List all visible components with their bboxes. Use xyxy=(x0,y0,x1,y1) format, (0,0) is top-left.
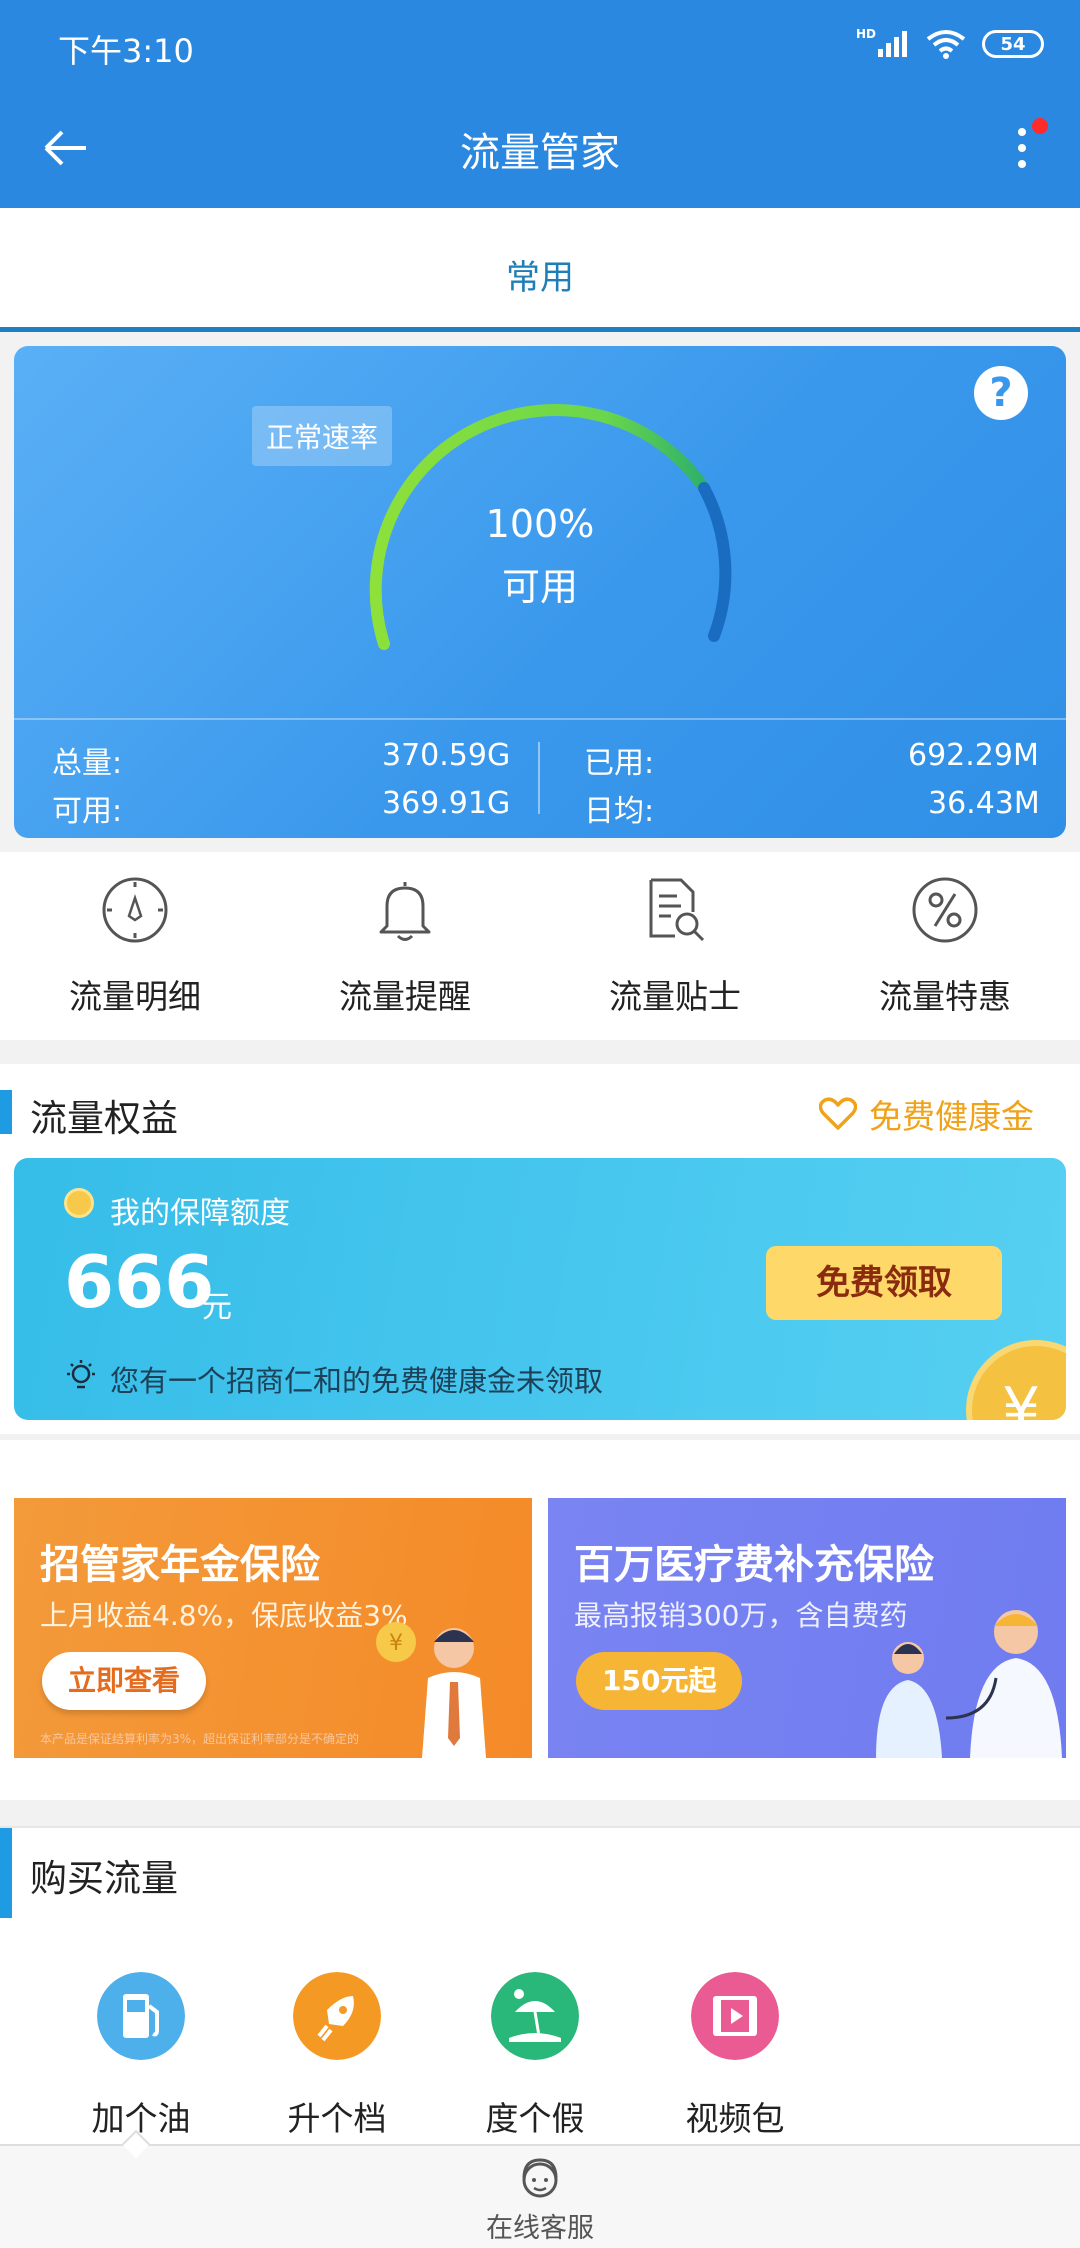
percent-icon xyxy=(912,877,978,943)
tool-label: 流量特惠 xyxy=(879,977,1011,1016)
buy-item-label: 加个油 xyxy=(91,2099,191,2138)
benefits-title: 流量权益 xyxy=(30,1097,178,1140)
promo-title: 百万医疗费补充保险 xyxy=(574,1542,934,1588)
wifi-icon xyxy=(926,30,966,59)
film-icon xyxy=(691,1972,779,2060)
signal-icon xyxy=(878,31,907,57)
insurance-coverage-card[interactable]: 我的保障额度 666 元 免费领取 您有一个招商仁和的免费健康金未领取 ¥ xyxy=(14,1158,1066,1420)
gauge-status: 可用 xyxy=(501,565,578,609)
coverage-title: 我的保障额度 xyxy=(110,1196,290,1231)
daily-value: 36.43M xyxy=(928,786,1040,821)
tab-common[interactable]: 常用 xyxy=(0,250,1080,299)
benefits-section: 流量权益 免费健康金 我的保障额度 666 元 免费领取 您有一个招商仁和的免费… xyxy=(0,1064,1080,1434)
tool-label: 流量提醒 xyxy=(339,977,471,1016)
claim-free-button[interactable]: 免费领取 xyxy=(766,1246,1002,1320)
businessman-illustration: ¥ xyxy=(376,1622,486,1758)
bell-icon xyxy=(379,882,431,941)
coverage-amount: 666 xyxy=(64,1240,215,1324)
promo-subtitle: 最高报销300万，含自费药 xyxy=(574,1599,908,1632)
coin-icon xyxy=(64,1188,94,1218)
stats-separator xyxy=(14,718,1066,720)
buy-item-label: 升个档 xyxy=(287,2099,387,2138)
lightbulb-icon xyxy=(67,1360,95,1389)
annuity-insurance-banner[interactable]: 招管家年金保险 上月收益4.8%，保底收益3% 立即查看 本产品是保证结算利率为… xyxy=(14,1498,532,1758)
stats-divider xyxy=(538,742,540,814)
rocket-icon xyxy=(293,1972,381,2060)
quick-tools: 流量明细 流量提醒 流量贴士 流量特惠 xyxy=(0,852,1080,1040)
buy-item-label: 视频包 xyxy=(685,2099,785,2138)
promo-title: 招管家年金保险 xyxy=(40,1542,320,1588)
page-title: 流量管家 xyxy=(460,130,620,176)
tool-data-reminder[interactable]: 流量提醒 xyxy=(270,852,540,1040)
svg-text:¥: ¥ xyxy=(389,1631,403,1656)
tool-label: 流量明细 xyxy=(69,977,201,1016)
view-now-button[interactable]: 立即查看 xyxy=(42,1652,207,1710)
promo-subtitle: 上月收益4.8%，保底收益3% xyxy=(40,1599,408,1632)
coverage-unit: 元 xyxy=(202,1290,232,1325)
total-value: 370.59G xyxy=(382,738,511,773)
bottom-bar: 在线客服 xyxy=(0,2129,1080,2248)
doctor-illustration xyxy=(876,1610,1062,1758)
more-icon-dot xyxy=(1018,128,1026,136)
notification-badge xyxy=(1032,118,1048,134)
status-icons: HD 54 xyxy=(856,22,1044,66)
more-icon-dot xyxy=(1018,160,1026,168)
more-menu-button[interactable] xyxy=(992,112,1052,184)
daily-label: 日均: xyxy=(584,794,655,829)
buy-data-title: 购买流量 xyxy=(30,1857,178,1900)
network-type: HD xyxy=(855,27,876,41)
used-label: 已用: xyxy=(584,746,655,781)
unclaimed-notice: 您有一个招商仁和的免费健康金未领取 xyxy=(110,1364,604,1398)
free-health-fund-label: 免费健康金 xyxy=(869,1097,1034,1136)
tab-bar: 常用 xyxy=(0,208,1080,332)
price-from-button[interactable]: 150元起 xyxy=(576,1652,743,1710)
help-icon[interactable]: ? xyxy=(974,366,1028,420)
fuel-icon xyxy=(97,1972,185,2060)
tool-data-tips[interactable]: 流量贴士 xyxy=(540,852,810,1040)
yuan-coin-decoration: ¥ xyxy=(966,1340,1066,1420)
more-icon-dot xyxy=(1018,144,1026,152)
online-service-label[interactable]: 在线客服 xyxy=(0,2206,1080,2245)
tool-data-details[interactable]: 流量明细 xyxy=(0,852,270,1040)
beach-icon xyxy=(491,1972,579,2060)
battery-indicator: 54 xyxy=(982,30,1044,58)
compass-icon xyxy=(102,877,168,943)
buy-data-section: 购买流量 加个油 升个档 度个假 视频包 xyxy=(0,1826,1080,2146)
buy-item-label: 度个假 xyxy=(485,2099,585,2138)
free-health-fund-link[interactable]: 免费健康金 xyxy=(819,1090,1034,1138)
data-usage-card: ? 正常速率 100% 可用 总量: 370.59G 可用: 369.91G 已… xyxy=(14,346,1066,838)
heart-icon xyxy=(819,1097,857,1130)
total-label: 总量: xyxy=(52,746,123,781)
section-accent-bar xyxy=(0,1828,12,1918)
used-value: 692.29M xyxy=(908,738,1039,773)
tool-data-offers[interactable]: 流量特惠 xyxy=(810,852,1080,1040)
medical-insurance-banner[interactable]: 百万医疗费补充保险 最高报销300万，含自费药 150元起 xyxy=(548,1498,1066,1758)
promo-banners: 招管家年金保险 上月收益4.8%，保底收益3% 立即查看 本产品是保证结算利率为… xyxy=(0,1440,1080,1800)
section-accent-bar xyxy=(0,1090,12,1134)
customer-service-icon[interactable] xyxy=(516,2156,564,2202)
status-time: 下午3:10 xyxy=(58,32,194,70)
tab-indicator xyxy=(0,327,1080,332)
promo-fine-print: 本产品是保证结算利率为3%，超出保证利率部分是不确定的 xyxy=(40,1732,360,1746)
tool-label: 流量贴士 xyxy=(609,977,741,1016)
app-header: 下午3:10 HD 54 流量管家 xyxy=(0,0,1080,208)
available-value: 369.91G xyxy=(382,786,511,821)
available-label: 可用: xyxy=(52,794,123,829)
document-search-icon xyxy=(649,878,705,942)
gauge-percent: 100% xyxy=(485,502,595,546)
